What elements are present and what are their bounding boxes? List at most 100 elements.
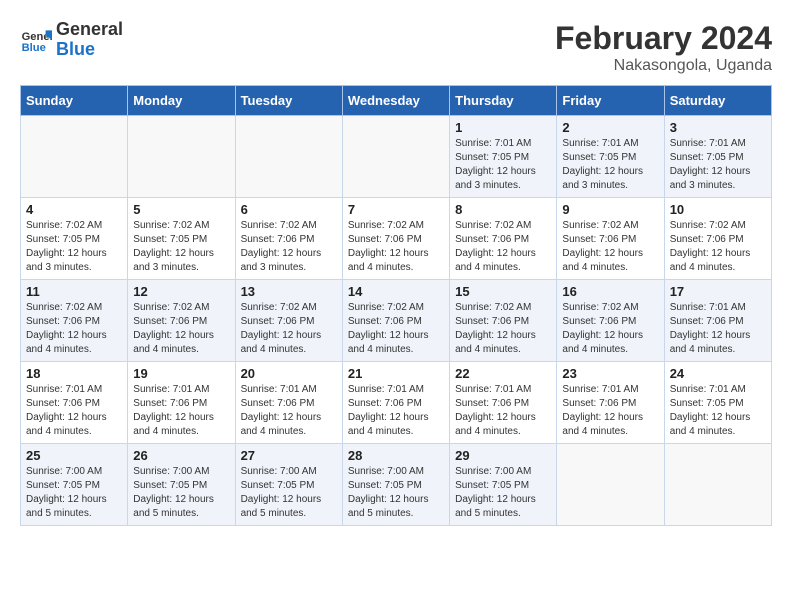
- calendar-cell: 23 Sunrise: 7:01 AM Sunset: 7:06 PM Dayli…: [557, 362, 664, 444]
- day-number: 23: [562, 366, 658, 381]
- day-info: Sunrise: 7:01 AM Sunset: 7:06 PM Dayligh…: [670, 301, 766, 357]
- day-info: Sunrise: 7:02 AM Sunset: 7:05 PM Dayligh…: [26, 219, 122, 275]
- calendar-cell: 24 Sunrise: 7:01 AM Sunset: 7:05 PM Dayli…: [664, 362, 771, 444]
- calendar-cell: 7 Sunrise: 7:02 AM Sunset: 7:06 PM Daylig…: [342, 198, 449, 280]
- day-number: 4: [26, 202, 122, 217]
- calendar-cell: 12 Sunrise: 7:02 AM Sunset: 7:06 PM Dayli…: [128, 280, 235, 362]
- day-info: Sunrise: 7:01 AM Sunset: 7:06 PM Dayligh…: [26, 383, 122, 439]
- header-thursday: Thursday: [450, 86, 557, 116]
- day-info: Sunrise: 7:01 AM Sunset: 7:06 PM Dayligh…: [562, 383, 658, 439]
- subtitle: Nakasongola, Uganda: [555, 57, 772, 75]
- day-number: 16: [562, 284, 658, 299]
- logo: General Blue General Blue: [20, 20, 123, 60]
- calendar-cell: 14Sunrise: 7:02 AM Sunset: 7:06 PM Dayli…: [342, 280, 449, 362]
- svg-text:Blue: Blue: [22, 42, 46, 54]
- calendar-cell: 1Sunrise: 7:01 AM Sunset: 7:05 PM Daylig…: [450, 116, 557, 198]
- day-info: Sunrise: 7:02 AM Sunset: 7:05 PM Dayligh…: [133, 219, 229, 275]
- calendar-cell: 6Sunrise: 7:02 AM Sunset: 7:06 PM Daylig…: [235, 198, 342, 280]
- day-number: 17: [670, 284, 766, 299]
- main-title: February 2024: [555, 20, 772, 57]
- day-info: Sunrise: 7:02 AM Sunset: 7:06 PM Dayligh…: [670, 219, 766, 275]
- day-info: Sunrise: 7:02 AM Sunset: 7:06 PM Dayligh…: [348, 219, 444, 275]
- calendar-cell: [664, 444, 771, 526]
- day-number: 3: [670, 120, 766, 135]
- day-number: 6: [241, 202, 337, 217]
- day-info: Sunrise: 7:02 AM Sunset: 7:06 PM Dayligh…: [26, 301, 122, 357]
- calendar-cell: 18 Sunrise: 7:01 AM Sunset: 7:06 PM Dayli…: [21, 362, 128, 444]
- day-number: 14: [348, 284, 444, 299]
- day-number: 15: [455, 284, 551, 299]
- calendar-cell: 22 Sunrise: 7:01 AM Sunset: 7:06 PM Dayli…: [450, 362, 557, 444]
- day-number: 27: [241, 448, 337, 463]
- day-info: Sunrise: 7:02 AM Sunset: 7:06 PM Dayligh…: [133, 301, 229, 357]
- calendar-cell: [235, 116, 342, 198]
- calendar-cell: 17 Sunrise: 7:01 AM Sunset: 7:06 PM Dayli…: [664, 280, 771, 362]
- day-number: 8: [455, 202, 551, 217]
- calendar-cell: 27 Sunrise: 7:00 AM Sunset: 7:05 PM Dayli…: [235, 444, 342, 526]
- calendar-cell: 13 Sunrise: 7:02 AM Sunset: 7:06 PM Dayli…: [235, 280, 342, 362]
- day-number: 9: [562, 202, 658, 217]
- day-number: 2: [562, 120, 658, 135]
- header-friday: Friday: [557, 86, 664, 116]
- day-number: 12: [133, 284, 229, 299]
- calendar-cell: 11 Sunrise: 7:02 AM Sunset: 7:06 PM Dayli…: [21, 280, 128, 362]
- calendar-cell: 28 Sunrise: 7:00 AM Sunset: 7:05 PM Dayli…: [342, 444, 449, 526]
- calendar-cell: 9 Sunrise: 7:02 AM Sunset: 7:06 PM Daylig…: [557, 198, 664, 280]
- day-info: Sunrise: 7:01 AM Sunset: 7:05 PM Dayligh…: [670, 137, 766, 193]
- calendar-cell: 10 Sunrise: 7:02 AM Sunset: 7:06 PM Dayli…: [664, 198, 771, 280]
- day-number: 25: [26, 448, 122, 463]
- title-block: February 2024 Nakasongola, Uganda: [555, 20, 772, 75]
- header-wednesday: Wednesday: [342, 86, 449, 116]
- calendar-cell: [21, 116, 128, 198]
- day-info: Sunrise: 7:00 AM Sunset: 7:05 PM Dayligh…: [348, 465, 444, 521]
- day-number: 28: [348, 448, 444, 463]
- calendar-cell: 2Sunrise: 7:01 AM Sunset: 7:05 PM Daylig…: [557, 116, 664, 198]
- day-number: 26: [133, 448, 229, 463]
- day-number: 19: [133, 366, 229, 381]
- calendar-week-4: 18 Sunrise: 7:01 AM Sunset: 7:06 PM Dayli…: [21, 362, 772, 444]
- calendar-cell: 29Sunrise: 7:00 AM Sunset: 7:05 PM Dayli…: [450, 444, 557, 526]
- logo-text: General Blue: [56, 20, 123, 60]
- calendar-cell: 15 Sunrise: 7:02 AM Sunset: 7:06 PM Dayli…: [450, 280, 557, 362]
- day-info: Sunrise: 7:00 AM Sunset: 7:05 PM Dayligh…: [455, 465, 551, 521]
- day-info: Sunrise: 7:02 AM Sunset: 7:06 PM Dayligh…: [455, 301, 551, 357]
- logo-icon: General Blue: [20, 24, 52, 56]
- calendar-week-2: 4 Sunrise: 7:02 AM Sunset: 7:05 PM Daylig…: [21, 198, 772, 280]
- day-info: Sunrise: 7:02 AM Sunset: 7:06 PM Dayligh…: [562, 301, 658, 357]
- day-info: Sunrise: 7:01 AM Sunset: 7:05 PM Dayligh…: [670, 383, 766, 439]
- page-header: General Blue General Blue February 2024 …: [20, 20, 772, 75]
- day-info: Sunrise: 7:01 AM Sunset: 7:06 PM Dayligh…: [241, 383, 337, 439]
- calendar-cell: [342, 116, 449, 198]
- calendar-header-row: SundayMondayTuesdayWednesdayThursdayFrid…: [21, 86, 772, 116]
- day-number: 11: [26, 284, 122, 299]
- day-info: Sunrise: 7:00 AM Sunset: 7:05 PM Dayligh…: [26, 465, 122, 521]
- day-number: 5: [133, 202, 229, 217]
- day-number: 18: [26, 366, 122, 381]
- day-info: Sunrise: 7:00 AM Sunset: 7:05 PM Dayligh…: [241, 465, 337, 521]
- day-info: Sunrise: 7:02 AM Sunset: 7:06 PM Dayligh…: [562, 219, 658, 275]
- calendar-cell: 20 Sunrise: 7:01 AM Sunset: 7:06 PM Dayli…: [235, 362, 342, 444]
- day-info: Sunrise: 7:01 AM Sunset: 7:05 PM Dayligh…: [455, 137, 551, 193]
- calendar-week-3: 11 Sunrise: 7:02 AM Sunset: 7:06 PM Dayli…: [21, 280, 772, 362]
- calendar-cell: [557, 444, 664, 526]
- header-tuesday: Tuesday: [235, 86, 342, 116]
- day-number: 21: [348, 366, 444, 381]
- header-sunday: Sunday: [21, 86, 128, 116]
- calendar-week-5: 25 Sunrise: 7:00 AM Sunset: 7:05 PM Dayli…: [21, 444, 772, 526]
- day-number: 22: [455, 366, 551, 381]
- calendar-cell: 8Sunrise: 7:02 AM Sunset: 7:06 PM Daylig…: [450, 198, 557, 280]
- calendar-cell: 4 Sunrise: 7:02 AM Sunset: 7:05 PM Daylig…: [21, 198, 128, 280]
- calendar-cell: 16 Sunrise: 7:02 AM Sunset: 7:06 PM Dayli…: [557, 280, 664, 362]
- day-number: 13: [241, 284, 337, 299]
- day-number: 7: [348, 202, 444, 217]
- day-info: Sunrise: 7:02 AM Sunset: 7:06 PM Dayligh…: [241, 301, 337, 357]
- day-number: 24: [670, 366, 766, 381]
- calendar-cell: 21Sunrise: 7:01 AM Sunset: 7:06 PM Dayli…: [342, 362, 449, 444]
- day-number: 10: [670, 202, 766, 217]
- day-info: Sunrise: 7:01 AM Sunset: 7:06 PM Dayligh…: [133, 383, 229, 439]
- calendar-cell: 3 Sunrise: 7:01 AM Sunset: 7:05 PM Daylig…: [664, 116, 771, 198]
- day-number: 20: [241, 366, 337, 381]
- calendar-cell: [128, 116, 235, 198]
- calendar-cell: 19 Sunrise: 7:01 AM Sunset: 7:06 PM Dayli…: [128, 362, 235, 444]
- day-info: Sunrise: 7:01 AM Sunset: 7:06 PM Dayligh…: [455, 383, 551, 439]
